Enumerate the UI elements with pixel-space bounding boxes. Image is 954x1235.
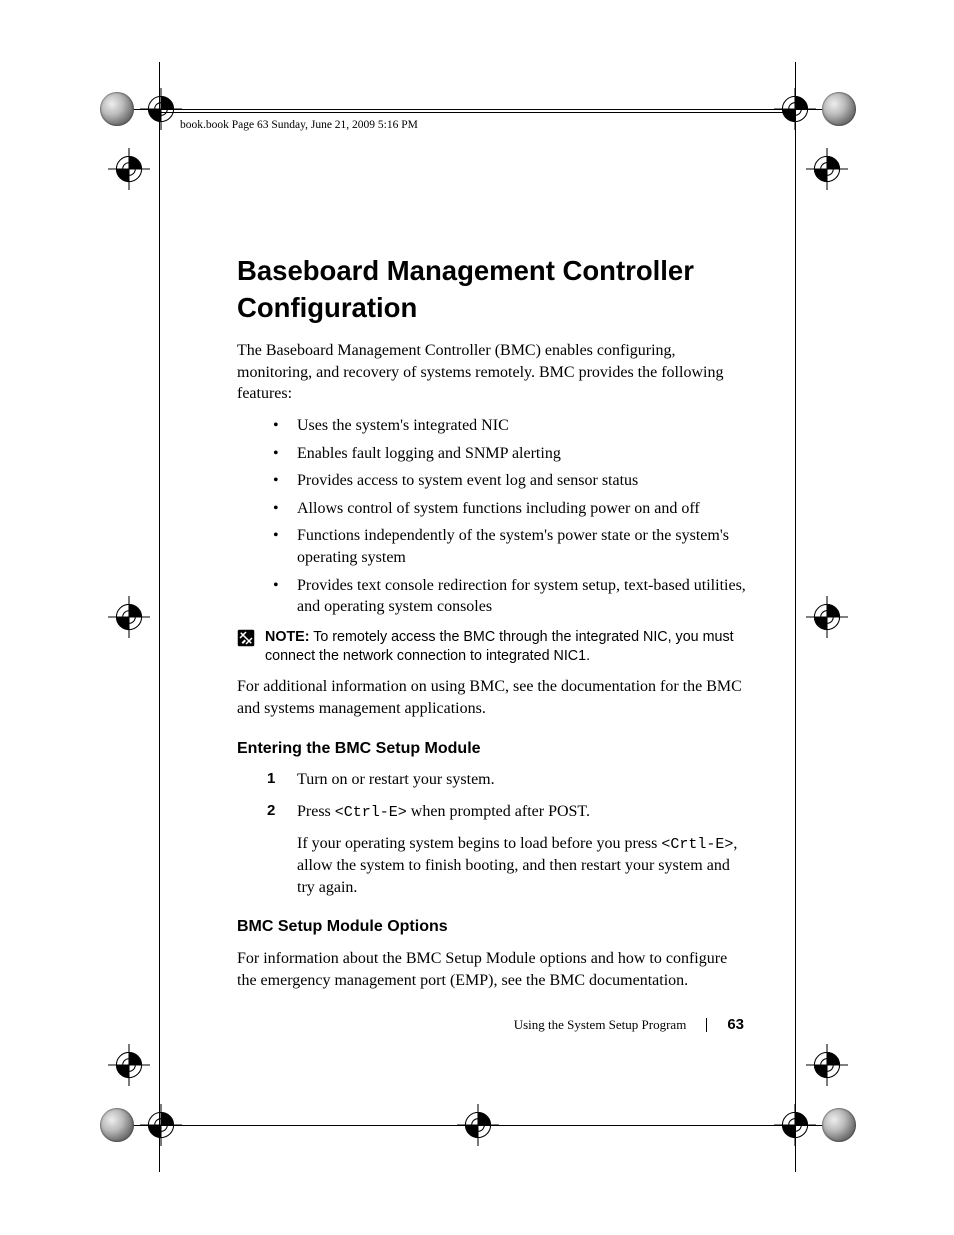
crop-target-mid-right (806, 596, 848, 638)
list-item: Uses the system's integrated NIC (297, 415, 747, 437)
heading-entering-bmc: Entering the BMC Setup Module (237, 738, 747, 760)
page-title: Baseboard Management Controller Configur… (237, 252, 747, 326)
step-item: Press <Ctrl-E> when prompted after POST.… (297, 801, 747, 899)
intro-paragraph: The Baseboard Management Controller (BMC… (237, 340, 747, 405)
note-icon (237, 629, 255, 647)
page-footer: Using the System Setup Program 63 (514, 1016, 744, 1033)
step-text: Turn on or restart your system. (297, 771, 495, 788)
page-content: Baseboard Management Controller Configur… (237, 252, 747, 1005)
list-item: Provides access to system event log and … (297, 470, 747, 492)
footer-separator (706, 1018, 707, 1032)
heading-bmc-options: BMC Setup Module Options (237, 916, 747, 938)
note-block: NOTE: To remotely access the BMC through… (237, 628, 747, 667)
crop-line-right (795, 62, 796, 1172)
header-meta: book.book Page 63 Sunday, June 21, 2009 … (180, 119, 418, 131)
list-item: Enables fault logging and SNMP alerting (297, 443, 747, 465)
crop-line-left (159, 62, 160, 1172)
step-text-pre: Press (297, 803, 335, 820)
list-item: Provides text console redirection for sy… (297, 575, 747, 618)
step-text-post: when prompted after POST. (407, 803, 590, 820)
crop-line-top (100, 109, 856, 110)
footer-section: Using the System Setup Program (514, 1017, 687, 1033)
options-paragraph: For information about the BMC Setup Modu… (237, 948, 747, 991)
note-label: NOTE: (265, 629, 309, 645)
post-note-paragraph: For additional information on using BMC,… (237, 676, 747, 719)
crop-target-bottom-center (457, 1104, 499, 1146)
step-sub: If your operating system begins to load … (297, 833, 747, 898)
step-item: Turn on or restart your system. (297, 769, 747, 791)
list-item: Allows control of system functions inclu… (297, 498, 747, 520)
crop-target-mid-left (108, 596, 150, 638)
features-list: Uses the system's integrated NIC Enables… (237, 415, 747, 618)
note-body: To remotely access the BMC through the i… (265, 629, 734, 664)
list-item: Functions independently of the system's … (297, 525, 747, 568)
footer-page-number: 63 (727, 1016, 744, 1033)
note-text: NOTE: To remotely access the BMC through… (265, 628, 747, 667)
key-combo: <Ctrl-E> (335, 804, 407, 821)
steps-list: Turn on or restart your system. Press <C… (237, 769, 747, 898)
key-combo: <Crtl-E> (661, 836, 733, 853)
header-rule (160, 112, 794, 113)
step-sub-pre: If your operating system begins to load … (297, 835, 661, 852)
